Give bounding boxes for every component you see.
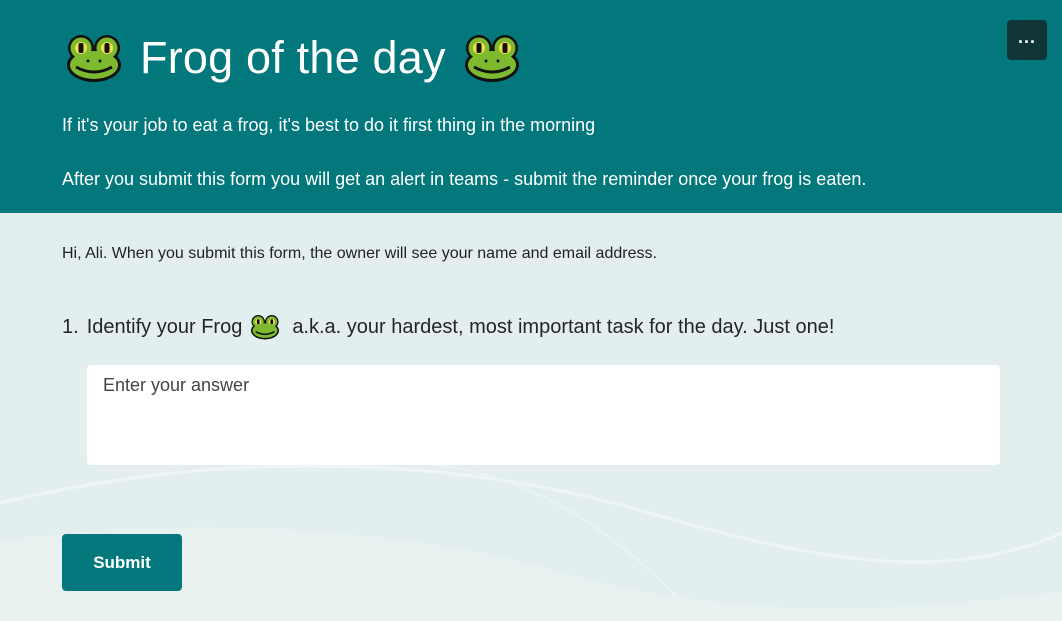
ellipsis-icon: ... — [1017, 27, 1036, 47]
question-number: 1. — [62, 315, 79, 338]
answer-input[interactable] — [87, 365, 1000, 465]
form-title: Frog of the day — [140, 32, 446, 83]
question-text-start: Identify your Frog — [86, 315, 243, 338]
question-1: 1. Identify your Frog a.k.a. your hardes… — [62, 314, 834, 340]
privacy-notice: Hi, Ali. When you submit this form, the … — [62, 245, 657, 262]
frog-icon — [251, 315, 280, 340]
more-options-button[interactable]: ... — [1007, 20, 1047, 60]
question-text-end: a.k.a. your hardest, most important task… — [292, 315, 835, 338]
frog-icon — [67, 35, 121, 82]
submit-button[interactable]: Submit — [62, 534, 182, 591]
form-description-line2: After you submit this form you will get … — [62, 169, 867, 189]
frog-icon — [464, 35, 519, 82]
form-description-line1: If it's your job to eat a frog, it's bes… — [62, 115, 596, 135]
title-row: Frog of the day — [66, 26, 520, 90]
form-header: Frog of the day If it's your job to eat … — [0, 0, 1062, 213]
